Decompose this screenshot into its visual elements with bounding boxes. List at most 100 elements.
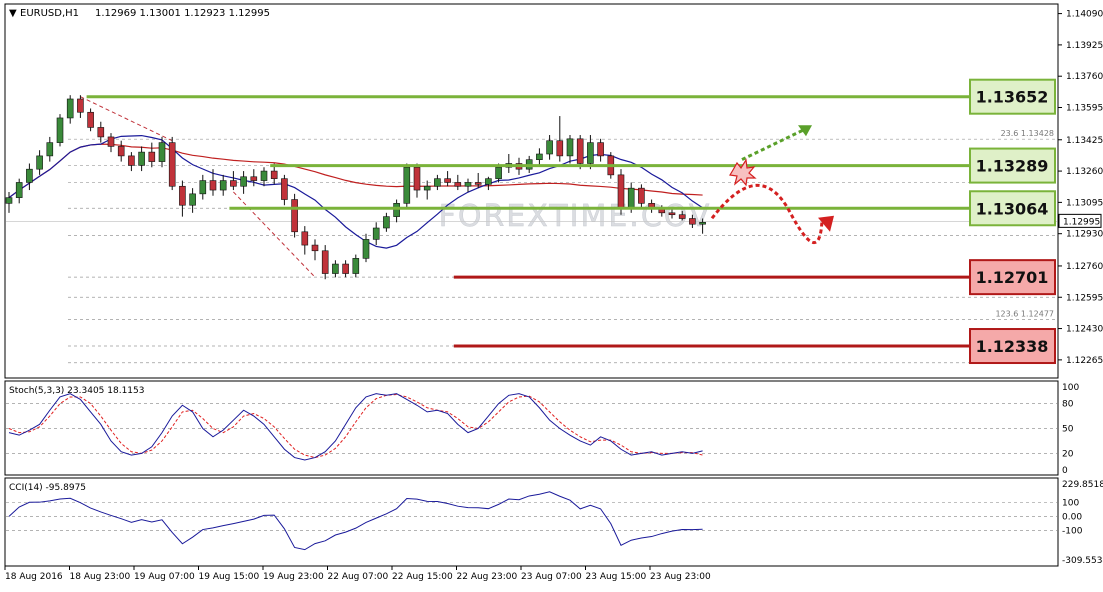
candle-body — [556, 140, 564, 157]
candle-body — [383, 216, 390, 229]
candle-body — [128, 155, 135, 166]
candle-body — [413, 166, 421, 191]
current-price-label: 1.12995 — [1063, 217, 1100, 227]
chart-window: ▼ EURUSD,H1 1.12969 1.13001 1.12923 1.12… — [0, 0, 1103, 588]
stoch-tick-label: 50 — [1062, 425, 1074, 435]
time-tick-label: 19 Aug 15:00 — [199, 572, 260, 582]
candle-body — [148, 151, 156, 162]
time-tick-label: 22 Aug 23:00 — [457, 572, 518, 582]
chart-canvas[interactable]: ▼ EURUSD,H1 1.12969 1.13001 1.12923 1.12… — [0, 0, 1103, 588]
candle-body — [485, 178, 492, 185]
candle-body — [270, 170, 278, 179]
candle-body — [189, 193, 196, 206]
price-tick-label: 1.12595 — [1066, 293, 1103, 303]
cci-tick-label: -309.5534 — [1062, 556, 1103, 566]
candle-body — [546, 140, 553, 155]
candle-body — [56, 117, 64, 143]
price-tick-label: 1.13095 — [1066, 198, 1103, 208]
candle-body — [423, 185, 431, 191]
time-tick-label: 19 Aug 23:00 — [263, 572, 324, 582]
candle-body — [168, 142, 176, 187]
candle-body — [393, 203, 400, 217]
candle-body — [689, 218, 696, 225]
level-label: 1.12701 — [976, 268, 1049, 287]
stoch-tick-label: 100 — [1062, 383, 1079, 393]
fib-label: 23.6 1.13428 — [1001, 129, 1054, 138]
cci-label: CCI(14) -95.8975 — [9, 483, 86, 493]
fib-label: 123.6 1.12477 — [995, 310, 1054, 319]
candle-body — [566, 138, 574, 157]
candle-body — [342, 263, 349, 274]
candle-body — [199, 180, 207, 195]
time-tick-label: 23 Aug 15:00 — [586, 572, 647, 582]
stoch-tick-label: 80 — [1062, 400, 1074, 410]
price-tick-label: 1.13260 — [1066, 167, 1103, 177]
candle-body — [107, 136, 115, 147]
candle-body — [403, 166, 411, 204]
candle-body — [372, 227, 380, 240]
price-tick-label: 1.13760 — [1066, 72, 1103, 82]
time-tick-label: 22 Aug 07:00 — [328, 572, 389, 582]
candle-body — [117, 146, 125, 157]
ohlc-label: 1.12969 1.13001 1.12923 1.12995 — [95, 8, 270, 19]
price-tick-label: 1.12760 — [1066, 262, 1103, 272]
level-label: 1.13064 — [976, 199, 1049, 218]
cci-tick-label: -100 — [1062, 526, 1083, 536]
price-tick-label: 1.12930 — [1066, 230, 1103, 240]
candle-body — [179, 185, 186, 206]
stoch-tick-label: 20 — [1062, 449, 1074, 459]
candle-body — [444, 178, 451, 183]
candle-body — [5, 197, 13, 204]
candle-body — [627, 187, 635, 210]
candle-body — [617, 174, 625, 210]
watermark-text: FOREXTIME.COV — [439, 199, 712, 234]
candle-body — [15, 182, 23, 198]
level-label: 1.13289 — [976, 157, 1049, 176]
candle-body — [301, 231, 309, 246]
price-tick-label: 1.13425 — [1066, 136, 1103, 146]
candle-body — [87, 111, 94, 128]
candle-body — [46, 142, 54, 157]
candle-body — [26, 168, 33, 183]
cci-tick-label: 229.8518 — [1062, 480, 1103, 490]
candle-body — [495, 166, 502, 179]
candle-body — [587, 142, 594, 164]
time-tick-label: 18 Aug 2016 — [5, 572, 63, 582]
candle-body — [464, 182, 472, 187]
symbol-dropdown-icon[interactable]: ▼ — [9, 8, 17, 19]
price-tick-label: 1.13595 — [1066, 104, 1103, 114]
candle-body — [311, 244, 319, 252]
candle-body — [454, 182, 462, 187]
candle-body — [36, 155, 43, 170]
time-tick-label: 19 Aug 07:00 — [134, 572, 195, 582]
time-tick-label: 23 Aug 23:00 — [650, 572, 711, 582]
time-tick-label: 18 Aug 23:00 — [70, 572, 131, 582]
candle-body — [352, 258, 360, 274]
candle-body — [291, 199, 298, 233]
candle-body — [240, 176, 247, 187]
candle-body — [576, 138, 584, 164]
candle-body — [597, 142, 604, 157]
candle-body — [668, 212, 676, 216]
price-tick-label: 1.12265 — [1066, 356, 1103, 366]
candle-body — [138, 151, 145, 166]
price-tick-label: 1.14090 — [1066, 10, 1103, 20]
candle-body — [281, 178, 288, 200]
candle-body — [158, 142, 166, 162]
candle-body — [678, 214, 686, 219]
candle-body — [321, 250, 329, 274]
candle-body — [97, 127, 105, 138]
candle-body — [699, 222, 706, 225]
candle-body — [332, 263, 339, 274]
symbol-label: EURUSD,H1 — [20, 8, 79, 19]
cci-tick-label: 100 — [1062, 498, 1079, 508]
level-label: 1.12338 — [976, 337, 1049, 356]
candle-body — [219, 180, 227, 191]
stoch-label: Stoch(5,3,3) 23.3405 18.1153 — [9, 386, 144, 396]
level-label: 1.13652 — [976, 88, 1049, 107]
background — [0, 0, 1103, 588]
candle-body — [230, 180, 237, 187]
candle-body — [434, 178, 441, 187]
candle-body — [474, 182, 482, 185]
candle-body — [77, 98, 84, 113]
